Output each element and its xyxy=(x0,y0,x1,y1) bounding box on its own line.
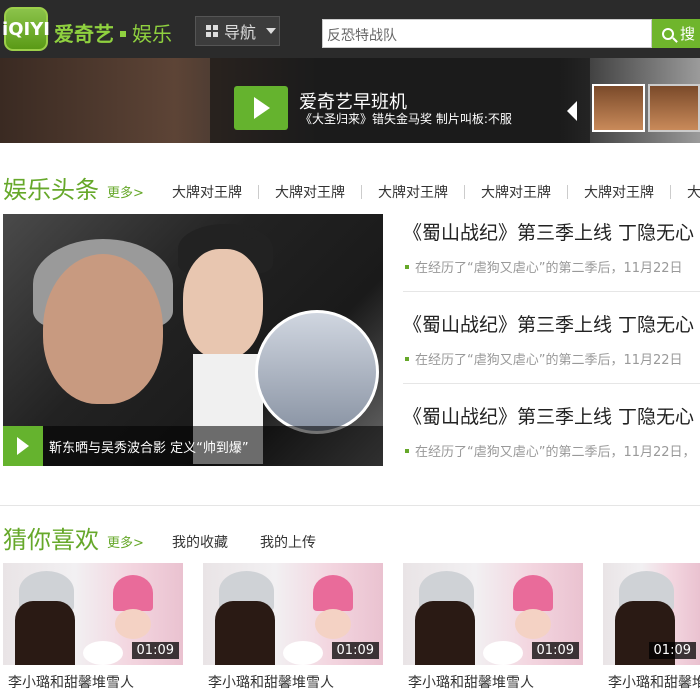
news-item[interactable]: 《蜀山战纪》第三季上线 丁隐无心 在经历了“虐狗又虐心”的第二季后，11月22日 xyxy=(403,310,700,368)
video-title[interactable]: 李小璐和甜馨堆雪人 xyxy=(408,672,534,692)
news-title[interactable]: 《蜀山战纪》第三季上线 丁隐无心 xyxy=(403,310,700,337)
recommend-tabs: 我的收藏 我的上传 xyxy=(172,532,316,552)
thumb-figure xyxy=(483,641,523,665)
caret-down-icon xyxy=(266,28,277,34)
search-input[interactable]: 反恐特战队 xyxy=(322,19,652,48)
brand-name: 爱奇艺 xyxy=(54,22,114,46)
thumb-figure xyxy=(315,609,351,639)
brand-title[interactable]: 爱奇艺 娱乐 xyxy=(54,18,172,47)
hero-caption-bar[interactable]: 靳东晒与吴秀波合影 定义“帅到爆” xyxy=(3,426,383,466)
headline-tab[interactable]: 大牌对王牌 xyxy=(481,182,551,202)
bullet-icon xyxy=(405,449,409,453)
section-divider xyxy=(0,505,700,506)
video-thumbnail[interactable]: 01:09 xyxy=(403,563,583,665)
search-button[interactable]: 搜 xyxy=(652,19,700,48)
banner-thumbnails[interactable] xyxy=(592,84,700,132)
news-item[interactable]: 《蜀山战纪》第三季上线 丁隐无心 在经历了“虐狗又虐心”的第二季后，11月22日 xyxy=(403,218,700,276)
banner-subtitle[interactable]: 《大圣归来》错失金马奖 制片叫板:不服 xyxy=(300,110,512,127)
thumb-figure xyxy=(513,575,553,611)
tab-separator xyxy=(567,185,568,199)
video-title[interactable]: 李小璐和甜馨堆雪人 xyxy=(608,672,700,692)
inset-photo xyxy=(255,310,379,434)
tab-separator xyxy=(464,185,465,199)
dot-separator xyxy=(120,31,126,37)
video-duration: 01:09 xyxy=(648,642,696,659)
channel-name: 娱乐 xyxy=(132,22,172,46)
hero-figure xyxy=(43,254,163,404)
tab-uploads[interactable]: 我的上传 xyxy=(260,532,316,552)
anger-mark-icon: ✹ xyxy=(241,222,260,247)
video-duration: 01:09 xyxy=(331,642,379,659)
search-icon xyxy=(662,27,674,40)
tab-separator xyxy=(670,185,671,199)
video-duration: 01:09 xyxy=(131,642,179,659)
tab-separator xyxy=(361,185,362,199)
iqiyi-logo[interactable]: iQIYI xyxy=(2,7,50,51)
recommend-title: 猜你喜欢 xyxy=(3,526,99,554)
thumb-figure xyxy=(415,601,475,665)
headlines-tabs: 大牌对王牌 大牌对王牌 大牌对王牌 大牌对王牌 大牌对王牌 大牌 xyxy=(172,182,700,202)
video-thumbnail[interactable]: 01:09 xyxy=(3,563,183,665)
video-thumbnail[interactable]: 01:09 xyxy=(603,563,700,665)
grid-icon xyxy=(206,25,218,37)
news-desc: 在经历了“虐狗又虐心”的第二季后，11月22日 xyxy=(403,257,700,276)
headlines-more-link[interactable]: 更多> xyxy=(107,182,144,201)
banner-thumb[interactable] xyxy=(647,84,700,132)
hero-image[interactable]: ✹ 靳东晒与吴秀波合影 定义“帅到爆” xyxy=(3,214,383,466)
news-title[interactable]: 《蜀山战纪》第三季上线 丁隐无心 xyxy=(403,402,700,429)
bullet-icon xyxy=(405,265,409,269)
headline-tab[interactable]: 大牌 xyxy=(687,182,700,202)
headline-tab[interactable]: 大牌对王牌 xyxy=(172,182,242,202)
thumb-figure xyxy=(115,609,151,639)
nav-label: 导航 xyxy=(224,23,257,42)
thumb-figure xyxy=(283,641,323,665)
thumb-figure xyxy=(215,601,275,665)
banner-prev-arrow-icon[interactable] xyxy=(567,101,577,121)
video-title[interactable]: 李小璐和甜馨堆雪人 xyxy=(8,672,134,692)
headline-tab[interactable]: 大牌对王牌 xyxy=(584,182,654,202)
video-title[interactable]: 李小璐和甜馨堆雪人 xyxy=(208,672,334,692)
news-desc: 在经历了“虐狗又虐心”的第二季后，11月22日， xyxy=(403,441,700,460)
tab-favorites[interactable]: 我的收藏 xyxy=(172,532,228,552)
headline-tab[interactable]: 大牌对王牌 xyxy=(275,182,345,202)
search-button-label: 搜 xyxy=(680,25,696,43)
news-divider xyxy=(403,383,700,384)
hero-figure xyxy=(183,249,263,359)
banner-thumb[interactable] xyxy=(592,84,645,132)
video-thumbnail[interactable]: 01:09 xyxy=(203,563,383,665)
tab-separator xyxy=(258,185,259,199)
hero-caption: 靳东晒与吴秀波合影 定义“帅到爆” xyxy=(49,441,249,456)
news-divider xyxy=(403,291,700,292)
thumb-figure xyxy=(313,575,353,611)
headlines-title: 娱乐头条 xyxy=(3,176,99,204)
thumb-figure xyxy=(83,641,123,665)
news-title[interactable]: 《蜀山战纪》第三季上线 丁隐无心 xyxy=(403,218,700,245)
news-item[interactable]: 《蜀山战纪》第三季上线 丁隐无心 在经历了“虐狗又虐心”的第二季后，11月22日… xyxy=(403,402,700,460)
bullet-icon xyxy=(405,357,409,361)
thumb-figure xyxy=(15,601,75,665)
recommend-more-link[interactable]: 更多> xyxy=(107,532,144,551)
headline-tab[interactable]: 大牌对王牌 xyxy=(378,182,448,202)
thumb-figure xyxy=(113,575,153,611)
nav-menu-button[interactable]: 导航 xyxy=(195,16,280,46)
video-duration: 01:09 xyxy=(531,642,579,659)
thumb-figure xyxy=(515,609,551,639)
news-desc: 在经历了“虐狗又虐心”的第二季后，11月22日 xyxy=(403,349,700,368)
play-icon[interactable] xyxy=(234,86,288,130)
play-icon[interactable] xyxy=(3,426,43,466)
